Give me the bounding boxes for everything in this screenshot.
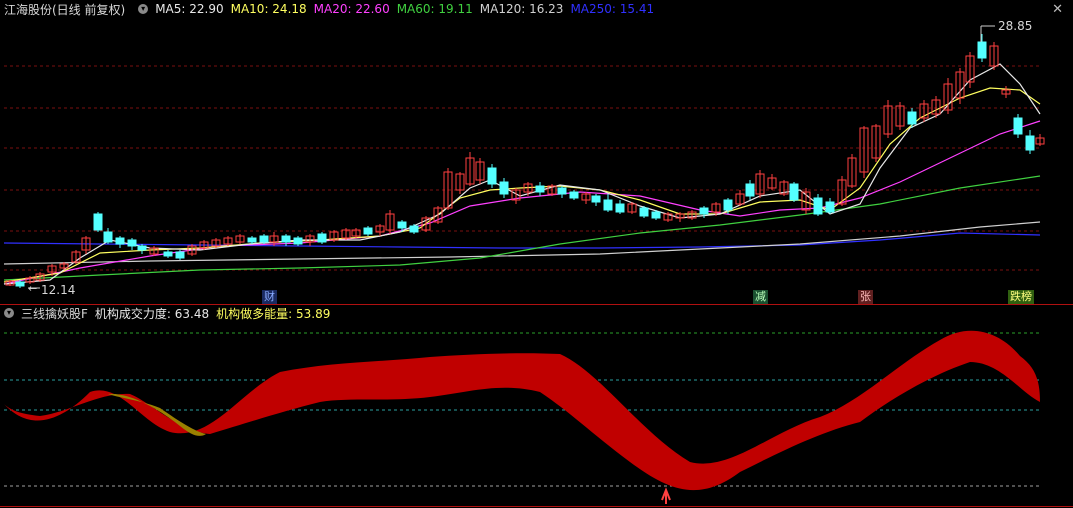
candle-body bbox=[499, 181, 509, 195]
candle-body bbox=[93, 213, 103, 231]
inst-long-energy: 机构做多能量: 53.89 bbox=[216, 306, 331, 321]
candle-body bbox=[569, 191, 579, 199]
settings-dropdown-icon[interactable]: ▾ bbox=[138, 4, 149, 14]
candle-body bbox=[591, 195, 601, 203]
candle-body bbox=[813, 197, 823, 215]
candle-body bbox=[487, 167, 497, 185]
candle-body bbox=[907, 111, 917, 125]
candle-body bbox=[699, 207, 709, 215]
candle-body bbox=[1025, 135, 1035, 151]
candle-body bbox=[363, 227, 373, 235]
ma20-value: MA20: 22.60 bbox=[313, 2, 390, 16]
candle-body bbox=[977, 41, 987, 59]
candle-body bbox=[397, 221, 407, 229]
candle-body bbox=[15, 281, 25, 287]
candle-body bbox=[789, 183, 799, 201]
close-icon[interactable]: ✕ bbox=[1052, 2, 1063, 17]
low-arrow-icon: ← bbox=[28, 282, 37, 295]
stock-title[interactable]: 江海股份(日线 前复权) bbox=[4, 1, 125, 18]
ma-line-4 bbox=[3, 87, 1041, 283]
candle-body bbox=[259, 235, 269, 243]
ma120-value: MA120: 16.23 bbox=[479, 2, 564, 16]
candle-body bbox=[723, 199, 733, 211]
candle-body bbox=[409, 225, 419, 233]
high-marker: 28.85 bbox=[980, 19, 1032, 42]
bottom-border bbox=[0, 506, 1073, 507]
candle-body bbox=[603, 199, 613, 211]
candle-body bbox=[1013, 117, 1023, 135]
ma60-value: MA60: 19.11 bbox=[396, 2, 473, 16]
candle-body bbox=[293, 237, 303, 245]
candle-body bbox=[247, 237, 257, 243]
ma250-value: MA250: 15.41 bbox=[570, 2, 655, 16]
candle-body bbox=[281, 235, 291, 243]
candle-body bbox=[825, 201, 835, 213]
inst-volume-force: 机构成交力度: 63.48 bbox=[94, 306, 210, 321]
ma-line-0 bbox=[3, 232, 1041, 249]
candle-body bbox=[127, 239, 137, 247]
event-badge-finance[interactable]: 财 bbox=[262, 290, 277, 304]
indicator-header: ▾ 三线擒妖股F 机构成交力度: 63.48 机构做多能量: 53.89 bbox=[0, 304, 337, 322]
moving-average-lines bbox=[3, 63, 1041, 285]
candle-body bbox=[651, 211, 661, 219]
event-badge-reduce[interactable]: 减 bbox=[753, 290, 768, 304]
candle-body bbox=[557, 187, 567, 195]
indicator-dropdown-icon[interactable]: ▾ bbox=[4, 308, 14, 318]
event-badge-falllist[interactable]: 跌榜 bbox=[1008, 290, 1034, 304]
candle-body bbox=[639, 207, 649, 217]
event-badge-rise[interactable]: 张 bbox=[858, 290, 873, 304]
candle-body bbox=[103, 231, 113, 243]
candle-body bbox=[163, 251, 173, 257]
candle-body bbox=[137, 245, 147, 251]
main-chart-header: 江海股份(日线 前复权) ▾ MA5: 22.90 MA10: 24.18 MA… bbox=[0, 0, 661, 18]
low-marker: 12.14 ← bbox=[28, 282, 75, 297]
ma-line-1 bbox=[3, 221, 1041, 265]
high-price-label: 28.85 bbox=[998, 19, 1032, 33]
ma10-value: MA10: 24.18 bbox=[230, 2, 307, 16]
buy-signal-arrow-icon bbox=[661, 487, 671, 504]
indicator-chart[interactable] bbox=[0, 322, 1073, 508]
candle-body bbox=[745, 183, 755, 197]
candle-body bbox=[317, 233, 327, 243]
low-price-label: 12.14 bbox=[41, 283, 75, 297]
candle-body bbox=[535, 185, 545, 193]
candlestick-chart[interactable]: 28.85 12.14 ← bbox=[0, 18, 1073, 304]
ma-line-2 bbox=[3, 175, 1041, 281]
candle-body bbox=[115, 237, 125, 245]
candle-body bbox=[615, 203, 625, 213]
candle-body bbox=[175, 251, 185, 259]
ma5-value: MA5: 22.90 bbox=[155, 2, 224, 16]
indicator-name[interactable]: 三线擒妖股F bbox=[21, 305, 88, 322]
